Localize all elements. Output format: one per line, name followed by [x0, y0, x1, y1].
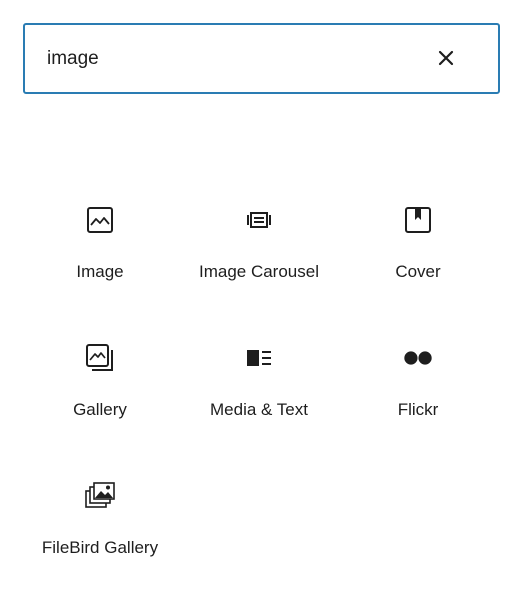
image-icon: [85, 205, 115, 235]
block-item-cover[interactable]: Cover: [339, 205, 497, 315]
carousel-icon: [244, 205, 274, 235]
block-item-label: FileBird Gallery: [41, 538, 159, 557]
gallery-icon: [85, 343, 115, 373]
block-item-media-text[interactable]: Media & Text: [180, 343, 338, 453]
filebird-gallery-icon: [85, 481, 115, 511]
media-text-icon: [244, 343, 274, 373]
flickr-icon: [403, 343, 433, 373]
cover-icon: [403, 205, 433, 235]
block-item-filebird-gallery[interactable]: FileBird Gallery: [21, 481, 179, 591]
block-item-gallery[interactable]: Gallery: [21, 343, 179, 453]
block-item-image-carousel[interactable]: Image Carousel: [180, 205, 338, 315]
block-item-label: Flickr: [397, 400, 439, 419]
block-item-image[interactable]: Image: [21, 205, 179, 315]
block-item-flickr[interactable]: Flickr: [339, 343, 497, 453]
block-results-grid: Image Image Carousel Cover Gallery Media…: [0, 0, 518, 606]
block-item-label: Cover: [395, 262, 441, 281]
